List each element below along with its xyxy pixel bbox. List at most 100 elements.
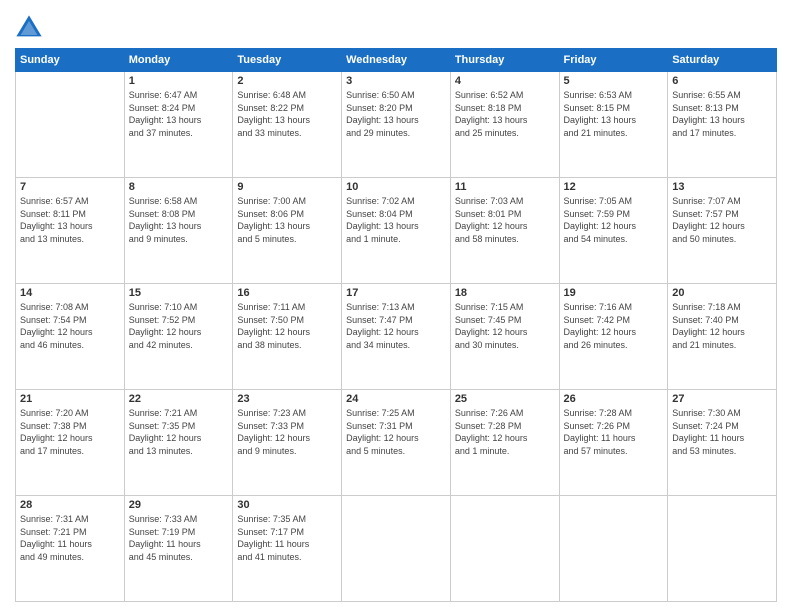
day-number: 5 [564, 75, 664, 87]
day-info: Sunrise: 7:02 AM Sunset: 8:04 PM Dayligh… [346, 195, 446, 245]
calendar-cell: 13 Sunrise: 7:07 AM Sunset: 7:57 PM Dayli… [668, 178, 777, 284]
weekday-header-sunday: Sunday [16, 49, 125, 72]
day-info: Sunrise: 7:28 AM Sunset: 7:26 PM Dayligh… [564, 407, 664, 457]
weekday-header-friday: Friday [559, 49, 668, 72]
calendar-cell [450, 496, 559, 602]
day-info: Sunrise: 7:31 AM Sunset: 7:21 PM Dayligh… [20, 513, 120, 563]
page: SundayMondayTuesdayWednesdayThursdayFrid… [0, 0, 792, 612]
day-number: 7 [20, 181, 120, 193]
day-info: Sunrise: 7:13 AM Sunset: 7:47 PM Dayligh… [346, 301, 446, 351]
day-number: 23 [237, 393, 337, 405]
calendar-cell: 25 Sunrise: 7:26 AM Sunset: 7:28 PM Dayli… [450, 390, 559, 496]
calendar-cell: 5 Sunrise: 6:53 AM Sunset: 8:15 PM Daylig… [559, 72, 668, 178]
day-number: 9 [237, 181, 337, 193]
calendar-cell [668, 496, 777, 602]
day-info: Sunrise: 7:26 AM Sunset: 7:28 PM Dayligh… [455, 407, 555, 457]
day-number: 25 [455, 393, 555, 405]
day-info: Sunrise: 6:47 AM Sunset: 8:24 PM Dayligh… [129, 89, 229, 139]
day-number: 28 [20, 499, 120, 511]
day-info: Sunrise: 7:08 AM Sunset: 7:54 PM Dayligh… [20, 301, 120, 351]
day-number: 12 [564, 181, 664, 193]
weekday-header-monday: Monday [124, 49, 233, 72]
header [15, 10, 777, 42]
calendar-cell: 3 Sunrise: 6:50 AM Sunset: 8:20 PM Daylig… [342, 72, 451, 178]
weekday-header-wednesday: Wednesday [342, 49, 451, 72]
day-info: Sunrise: 7:05 AM Sunset: 7:59 PM Dayligh… [564, 195, 664, 245]
calendar-cell: 29Sunrise: 7:33 AM Sunset: 7:19 PM Dayli… [124, 496, 233, 602]
day-number: 19 [564, 287, 664, 299]
day-info: Sunrise: 6:58 AM Sunset: 8:08 PM Dayligh… [129, 195, 229, 245]
calendar-cell: 12 Sunrise: 7:05 AM Sunset: 7:59 PM Dayli… [559, 178, 668, 284]
logo-icon [15, 14, 43, 42]
day-info: Sunrise: 7:03 AM Sunset: 8:01 PM Dayligh… [455, 195, 555, 245]
day-number: 15 [129, 287, 229, 299]
calendar-cell: 18Sunrise: 7:15 AM Sunset: 7:45 PM Dayli… [450, 284, 559, 390]
day-number: 13 [672, 181, 772, 193]
day-info: Sunrise: 7:33 AM Sunset: 7:19 PM Dayligh… [129, 513, 229, 563]
day-number: 27 [672, 393, 772, 405]
weekday-header-thursday: Thursday [450, 49, 559, 72]
calendar-cell: 26 Sunrise: 7:28 AM Sunset: 7:26 PM Dayli… [559, 390, 668, 496]
calendar-cell: 24Sunrise: 7:25 AM Sunset: 7:31 PM Dayli… [342, 390, 451, 496]
day-number: 6 [672, 75, 772, 87]
weekday-header-saturday: Saturday [668, 49, 777, 72]
calendar-cell: 6 Sunrise: 6:55 AM Sunset: 8:13 PM Daylig… [668, 72, 777, 178]
calendar-cell: 23Sunrise: 7:23 AM Sunset: 7:33 PM Dayli… [233, 390, 342, 496]
day-number: 21 [20, 393, 120, 405]
day-info: Sunrise: 6:55 AM Sunset: 8:13 PM Dayligh… [672, 89, 772, 139]
day-info: Sunrise: 7:10 AM Sunset: 7:52 PM Dayligh… [129, 301, 229, 351]
week-row-3: 14 Sunrise: 7:08 AM Sunset: 7:54 PM Dayli… [16, 284, 777, 390]
day-info: Sunrise: 7:18 AM Sunset: 7:40 PM Dayligh… [672, 301, 772, 351]
week-row-4: 21 Sunrise: 7:20 AM Sunset: 7:38 PM Dayli… [16, 390, 777, 496]
day-info: Sunrise: 6:53 AM Sunset: 8:15 PM Dayligh… [564, 89, 664, 139]
calendar-cell: 27 Sunrise: 7:30 AM Sunset: 7:24 PM Dayli… [668, 390, 777, 496]
calendar-cell: 14 Sunrise: 7:08 AM Sunset: 7:54 PM Dayli… [16, 284, 125, 390]
calendar-cell: 11 Sunrise: 7:03 AM Sunset: 8:01 PM Dayli… [450, 178, 559, 284]
calendar-cell: 30Sunrise: 7:35 AM Sunset: 7:17 PM Dayli… [233, 496, 342, 602]
day-info: Sunrise: 7:25 AM Sunset: 7:31 PM Dayligh… [346, 407, 446, 457]
calendar-cell: 20Sunrise: 7:18 AM Sunset: 7:40 PM Dayli… [668, 284, 777, 390]
day-info: Sunrise: 6:50 AM Sunset: 8:20 PM Dayligh… [346, 89, 446, 139]
week-row-1: 1Sunrise: 6:47 AM Sunset: 8:24 PM Daylig… [16, 72, 777, 178]
calendar-cell [342, 496, 451, 602]
day-number: 22 [129, 393, 229, 405]
day-number: 16 [237, 287, 337, 299]
week-row-2: 7 Sunrise: 6:57 AM Sunset: 8:11 PM Daylig… [16, 178, 777, 284]
calendar-cell: 2 Sunrise: 6:48 AM Sunset: 8:22 PM Daylig… [233, 72, 342, 178]
calendar-cell [16, 72, 125, 178]
day-info: Sunrise: 7:30 AM Sunset: 7:24 PM Dayligh… [672, 407, 772, 457]
calendar-cell: 16 Sunrise: 7:11 AM Sunset: 7:50 PM Dayli… [233, 284, 342, 390]
calendar-table: SundayMondayTuesdayWednesdayThursdayFrid… [15, 48, 777, 602]
calendar-cell: 21 Sunrise: 7:20 AM Sunset: 7:38 PM Dayli… [16, 390, 125, 496]
day-info: Sunrise: 7:35 AM Sunset: 7:17 PM Dayligh… [237, 513, 337, 563]
day-info: Sunrise: 7:07 AM Sunset: 7:57 PM Dayligh… [672, 195, 772, 245]
day-number: 10 [346, 181, 446, 193]
day-info: Sunrise: 7:00 AM Sunset: 8:06 PM Dayligh… [237, 195, 337, 245]
calendar-cell: 28 Sunrise: 7:31 AM Sunset: 7:21 PM Dayli… [16, 496, 125, 602]
weekday-header-tuesday: Tuesday [233, 49, 342, 72]
day-number: 3 [346, 75, 446, 87]
day-number: 17 [346, 287, 446, 299]
day-info: Sunrise: 6:48 AM Sunset: 8:22 PM Dayligh… [237, 89, 337, 139]
calendar-cell: 22 Sunrise: 7:21 AM Sunset: 7:35 PM Dayli… [124, 390, 233, 496]
day-number: 4 [455, 75, 555, 87]
weekday-header-row: SundayMondayTuesdayWednesdayThursdayFrid… [16, 49, 777, 72]
calendar-cell: 8 Sunrise: 6:58 AM Sunset: 8:08 PM Daylig… [124, 178, 233, 284]
week-row-5: 28 Sunrise: 7:31 AM Sunset: 7:21 PM Dayli… [16, 496, 777, 602]
day-number: 8 [129, 181, 229, 193]
calendar-cell: 10 Sunrise: 7:02 AM Sunset: 8:04 PM Dayli… [342, 178, 451, 284]
day-info: Sunrise: 7:20 AM Sunset: 7:38 PM Dayligh… [20, 407, 120, 457]
day-info: Sunrise: 6:57 AM Sunset: 8:11 PM Dayligh… [20, 195, 120, 245]
calendar-cell: 19 Sunrise: 7:16 AM Sunset: 7:42 PM Dayli… [559, 284, 668, 390]
day-info: Sunrise: 7:16 AM Sunset: 7:42 PM Dayligh… [564, 301, 664, 351]
day-info: Sunrise: 6:52 AM Sunset: 8:18 PM Dayligh… [455, 89, 555, 139]
day-number: 2 [237, 75, 337, 87]
calendar-cell: 9 Sunrise: 7:00 AM Sunset: 8:06 PM Daylig… [233, 178, 342, 284]
calendar-cell [559, 496, 668, 602]
day-info: Sunrise: 7:15 AM Sunset: 7:45 PM Dayligh… [455, 301, 555, 351]
day-info: Sunrise: 7:21 AM Sunset: 7:35 PM Dayligh… [129, 407, 229, 457]
day-number: 11 [455, 181, 555, 193]
day-info: Sunrise: 7:11 AM Sunset: 7:50 PM Dayligh… [237, 301, 337, 351]
day-number: 26 [564, 393, 664, 405]
day-number: 14 [20, 287, 120, 299]
